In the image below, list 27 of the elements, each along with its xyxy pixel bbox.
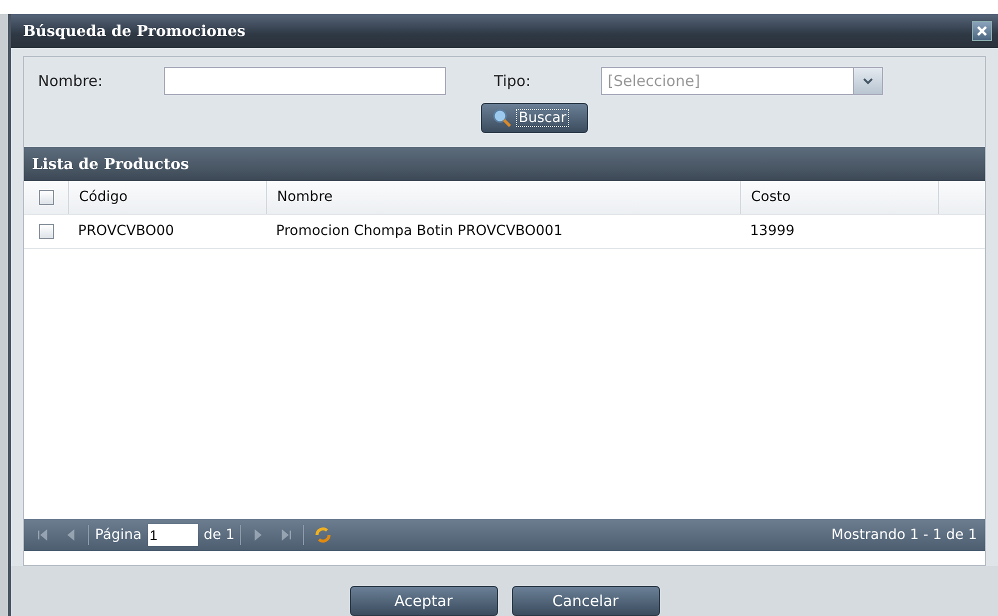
table-cell: Promocion Chompa Botin PROVCVBO001 <box>276 223 563 240</box>
dialog-button[interactable]: Cancelar <box>512 586 660 616</box>
tipo-label: Tipo: <box>494 72 531 90</box>
first-arrow-icon <box>36 528 50 542</box>
window-title: Búsqueda de Promociones <box>23 22 246 40</box>
page-label: Página <box>95 527 142 543</box>
last-arrow-icon <box>279 528 294 542</box>
nombre-field[interactable] <box>164 66 446 95</box>
close-icon <box>976 24 988 37</box>
column-header[interactable]: Código <box>79 189 128 206</box>
row-checkbox[interactable] <box>38 224 54 239</box>
dialog-button[interactable]: Aceptar <box>350 586 498 616</box>
select-all-checkbox[interactable] <box>38 190 54 205</box>
table-cell: PROVCVBO00 <box>78 223 174 240</box>
refresh-icon <box>314 526 332 544</box>
page-number-field[interactable]: 1 <box>148 524 198 546</box>
nombre-label: Nombre: <box>38 72 104 90</box>
search-button[interactable]: Buscar <box>480 102 588 133</box>
column-header[interactable]: Nombre <box>277 189 333 206</box>
close-button[interactable] <box>972 20 992 41</box>
page-count: de 1 <box>204 527 234 543</box>
paging-status: Mostrando 1 - 1 de 1 <box>831 527 977 543</box>
tipo-dropdown[interactable]: [Seleccione] <box>600 66 853 95</box>
search-icon <box>492 108 512 127</box>
table-cell: 13999 <box>750 223 795 240</box>
grid-title: Lista de Productos <box>32 154 189 173</box>
column-header[interactable]: Costo <box>751 189 791 206</box>
